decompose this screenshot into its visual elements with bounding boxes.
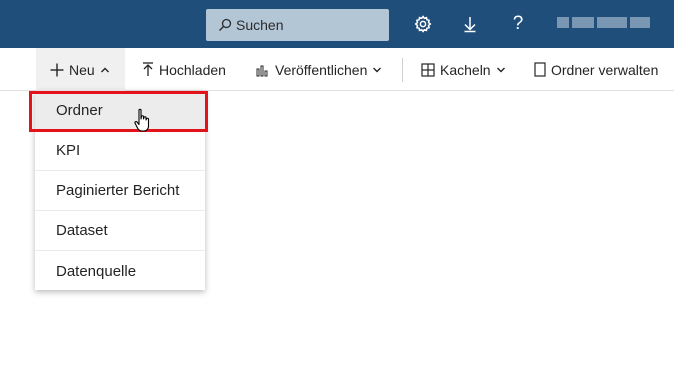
view-tiles-button[interactable]: Kacheln (421, 48, 506, 91)
upload-label: Hochladen (159, 61, 226, 78)
grid-icon (421, 62, 435, 77)
hand-cursor-icon (133, 108, 153, 134)
toolbar-divider (402, 58, 403, 82)
menu-item-paginated-report[interactable]: Paginierter Bericht (35, 171, 205, 211)
plus-icon (50, 63, 64, 77)
command-toolbar: Neu Hochladen Veröffentlichen Kacheln Or… (0, 48, 674, 91)
gear-icon[interactable] (411, 12, 435, 36)
manage-folder-button[interactable]: Ordner verwalten (534, 48, 658, 91)
publish-button[interactable]: Veröffentlichen (256, 48, 382, 91)
menu-item-data-source[interactable]: Datenquelle (35, 251, 205, 291)
top-header-bar: Suchen ? (0, 0, 674, 48)
view-label: Kacheln (440, 61, 491, 78)
new-dropdown-menu: Ordner KPI Paginierter Bericht Dataset D… (35, 91, 205, 290)
user-name-redacted[interactable] (557, 17, 650, 28)
chevron-down-icon (496, 66, 506, 74)
new-button[interactable]: Neu (36, 48, 125, 91)
help-icon[interactable]: ? (506, 12, 530, 36)
chart-bars-icon (256, 63, 270, 77)
search-label: Suchen (236, 17, 284, 33)
search-icon (218, 18, 232, 32)
page-icon (534, 62, 546, 77)
upload-button[interactable]: Hochladen (142, 48, 226, 91)
new-label: Neu (69, 61, 95, 78)
upload-icon (142, 62, 154, 77)
menu-item-folder[interactable]: Ordner (35, 91, 205, 131)
chevron-up-icon (100, 66, 110, 74)
menu-item-dataset[interactable]: Dataset (35, 211, 205, 251)
menu-item-kpi[interactable]: KPI (35, 131, 205, 171)
publish-label: Veröffentlichen (275, 61, 368, 78)
search-box[interactable]: Suchen (206, 9, 389, 41)
manage-label: Ordner verwalten (551, 61, 659, 78)
download-icon[interactable] (458, 12, 482, 36)
chevron-down-icon (372, 66, 382, 74)
